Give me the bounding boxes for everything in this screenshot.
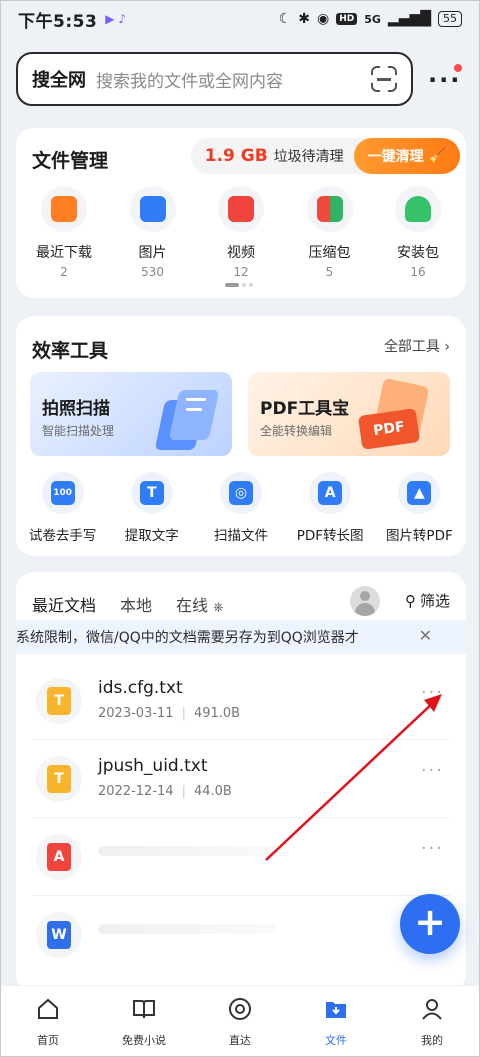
nav-novels[interactable]: 免费小说 <box>104 996 184 1048</box>
doc-row[interactable]: W <box>16 896 466 974</box>
close-icon[interactable]: ✕ <box>419 626 432 645</box>
blurred-filename <box>98 924 278 934</box>
notification-dot <box>454 64 462 72</box>
nfc-icon: ◉ <box>317 11 330 27</box>
recent-docs-card: 最近文档 本地 在线 ⎈ ⚲ 筛选 系统限制，微信/QQ中的文档需要另存为到QQ浏… <box>16 572 466 992</box>
category-archive[interactable]: 压缩包 5 <box>288 186 372 279</box>
txt-file-icon: T <box>47 687 71 715</box>
tool-extract-text[interactable]: T 提取文字 <box>109 472 195 544</box>
tools-card: 效率工具 全部工具 › 拍照扫描 智能扫描处理 PDF工具宝 全能转换编辑 PD… <box>16 316 466 556</box>
file-management-title: 文件管理 <box>32 150 109 172</box>
doc-more-button[interactable]: ··· <box>421 760 444 781</box>
doc-more-button[interactable]: ··· <box>421 838 444 859</box>
nav-home[interactable]: 首页 <box>8 996 88 1048</box>
search-input[interactable]: 搜索我的文件或全网内容 <box>96 67 371 92</box>
file-icon <box>326 1002 346 1018</box>
tab-local[interactable]: 本地 <box>120 592 152 616</box>
tool-remove-handwriting[interactable]: 100 试卷去手写 <box>20 472 106 544</box>
pdf-banner[interactable]: PDF工具宝 全能转换编辑 PDF <box>248 372 450 456</box>
at-icon <box>229 998 251 1020</box>
exam-icon: 100 <box>50 481 75 505</box>
search-brand: 搜全网 <box>32 70 86 91</box>
blurred-filename <box>98 846 278 856</box>
add-button[interactable]: + <box>400 894 460 954</box>
word-file-icon: W <box>47 921 71 949</box>
pdf-illustration-icon: PDF <box>356 377 440 452</box>
scan-icon[interactable] <box>371 66 397 92</box>
android-icon <box>405 196 431 222</box>
junk-size: 1.9 GB <box>204 146 268 166</box>
bottom-nav: 首页 免费小说 直达 文件 我的 <box>0 985 480 1057</box>
category-images[interactable]: 图片 530 <box>111 186 195 279</box>
tool-pdf-to-image[interactable]: A PDF转长图 <box>287 472 373 544</box>
signal-icon: ▂▄▆█ <box>387 11 431 27</box>
status-bar: 下午5:53 ▶ ♪ ☾ ✱ ◉ HD 5G ▂▄▆█ 55 <box>0 0 480 38</box>
avatar[interactable] <box>350 586 380 616</box>
tool-scan-file[interactable]: ◎ 扫描文件 <box>198 472 284 544</box>
doc-tabs: 最近文档 本地 在线 ⎈ <box>32 592 224 624</box>
filter-icon: ⚲ <box>404 591 416 610</box>
all-tools-link[interactable]: 全部工具 › <box>384 336 450 356</box>
nav-direct[interactable]: 直达 <box>200 996 280 1048</box>
tool-image-to-pdf[interactable]: ▲ 图片转PDF <box>376 472 462 544</box>
tab-recent-docs[interactable]: 最近文档 <box>32 592 96 624</box>
nav-me[interactable]: 我的 <box>392 996 472 1048</box>
bluetooth-icon: ✱ <box>298 11 310 27</box>
pdf-icon: A <box>318 481 343 505</box>
moon-icon: ☾ <box>278 11 292 27</box>
filter-button[interactable]: ⚲ 筛选 <box>405 590 450 611</box>
category-video[interactable]: 视频 12 <box>199 186 283 279</box>
notice-text: 系统限制，微信/QQ中的文档需要另存为到QQ浏览器才 <box>16 630 359 646</box>
category-recent-download[interactable]: 最近下载 2 <box>22 186 106 279</box>
notice-banner: 系统限制，微信/QQ中的文档需要另存为到QQ浏览器才 ✕ <box>16 620 466 654</box>
file-management-card: 文件管理 1.9 GB 垃圾待清理 一键清理 🧹 最近下载 2 图片 530 视… <box>16 128 466 298</box>
image-icon <box>139 196 166 222</box>
doc-row[interactable]: T ids.cfg.txt 2023-03-11 | 491.0B ··· <box>16 662 466 740</box>
page-indicator <box>225 283 253 287</box>
doc-more-button[interactable]: ··· <box>421 682 444 703</box>
clean-button[interactable]: 一键清理 🧹 <box>353 138 460 174</box>
hd-icon: HD <box>336 13 358 25</box>
junk-text: 垃圾待清理 <box>273 149 344 165</box>
pdf-file-icon: A <box>47 843 71 871</box>
text-icon: T <box>139 481 164 505</box>
junk-cleaner[interactable]: 1.9 GB 垃圾待清理 一键清理 🧹 <box>190 138 460 174</box>
tool-row: 100 试卷去手写 T 提取文字 ◎ 扫描文件 A PDF转长图 ▲ 图片转PD… <box>16 472 466 544</box>
cloud-icon: ⎈ <box>213 600 224 615</box>
status-right: ☾ ✱ ◉ HD 5G ▂▄▆█ 55 <box>279 11 462 27</box>
app-notification-icons: ▶ ♪ <box>105 12 126 26</box>
camera-scan-icon: ◎ <box>228 481 253 505</box>
doc-row[interactable]: T jpush_uid.txt 2022-12-14 | 44.0B ··· <box>16 740 466 818</box>
home-icon <box>38 998 58 1019</box>
book-icon <box>133 1000 155 1019</box>
chevron-right-icon: › <box>444 339 450 355</box>
category-row: 最近下载 2 图片 530 视频 12 压缩包 5 安装包 16 <box>22 186 460 279</box>
nav-files[interactable]: 文件 <box>296 996 376 1048</box>
scan-banner[interactable]: 拍照扫描 智能扫描处理 <box>30 372 232 456</box>
profile-icon <box>422 999 442 1020</box>
tools-title: 效率工具 <box>32 340 109 362</box>
search-bar[interactable]: 搜全网 搜索我的文件或全网内容 <box>16 52 413 106</box>
status-time: 下午5:53 <box>18 11 98 32</box>
signal-text: 5G <box>364 12 381 26</box>
download-icon <box>51 196 77 222</box>
category-apk[interactable]: 安装包 16 <box>376 186 460 279</box>
image-pdf-icon: ▲ <box>407 481 432 505</box>
scan-illustration-icon <box>146 384 220 450</box>
video-icon <box>228 196 254 222</box>
battery-icon: 55 <box>438 11 462 27</box>
txt-file-icon: T <box>47 765 71 793</box>
archive-icon <box>316 196 343 222</box>
tab-online[interactable]: 在线 ⎈ <box>176 592 224 616</box>
doc-row[interactable]: A ··· <box>16 818 466 896</box>
